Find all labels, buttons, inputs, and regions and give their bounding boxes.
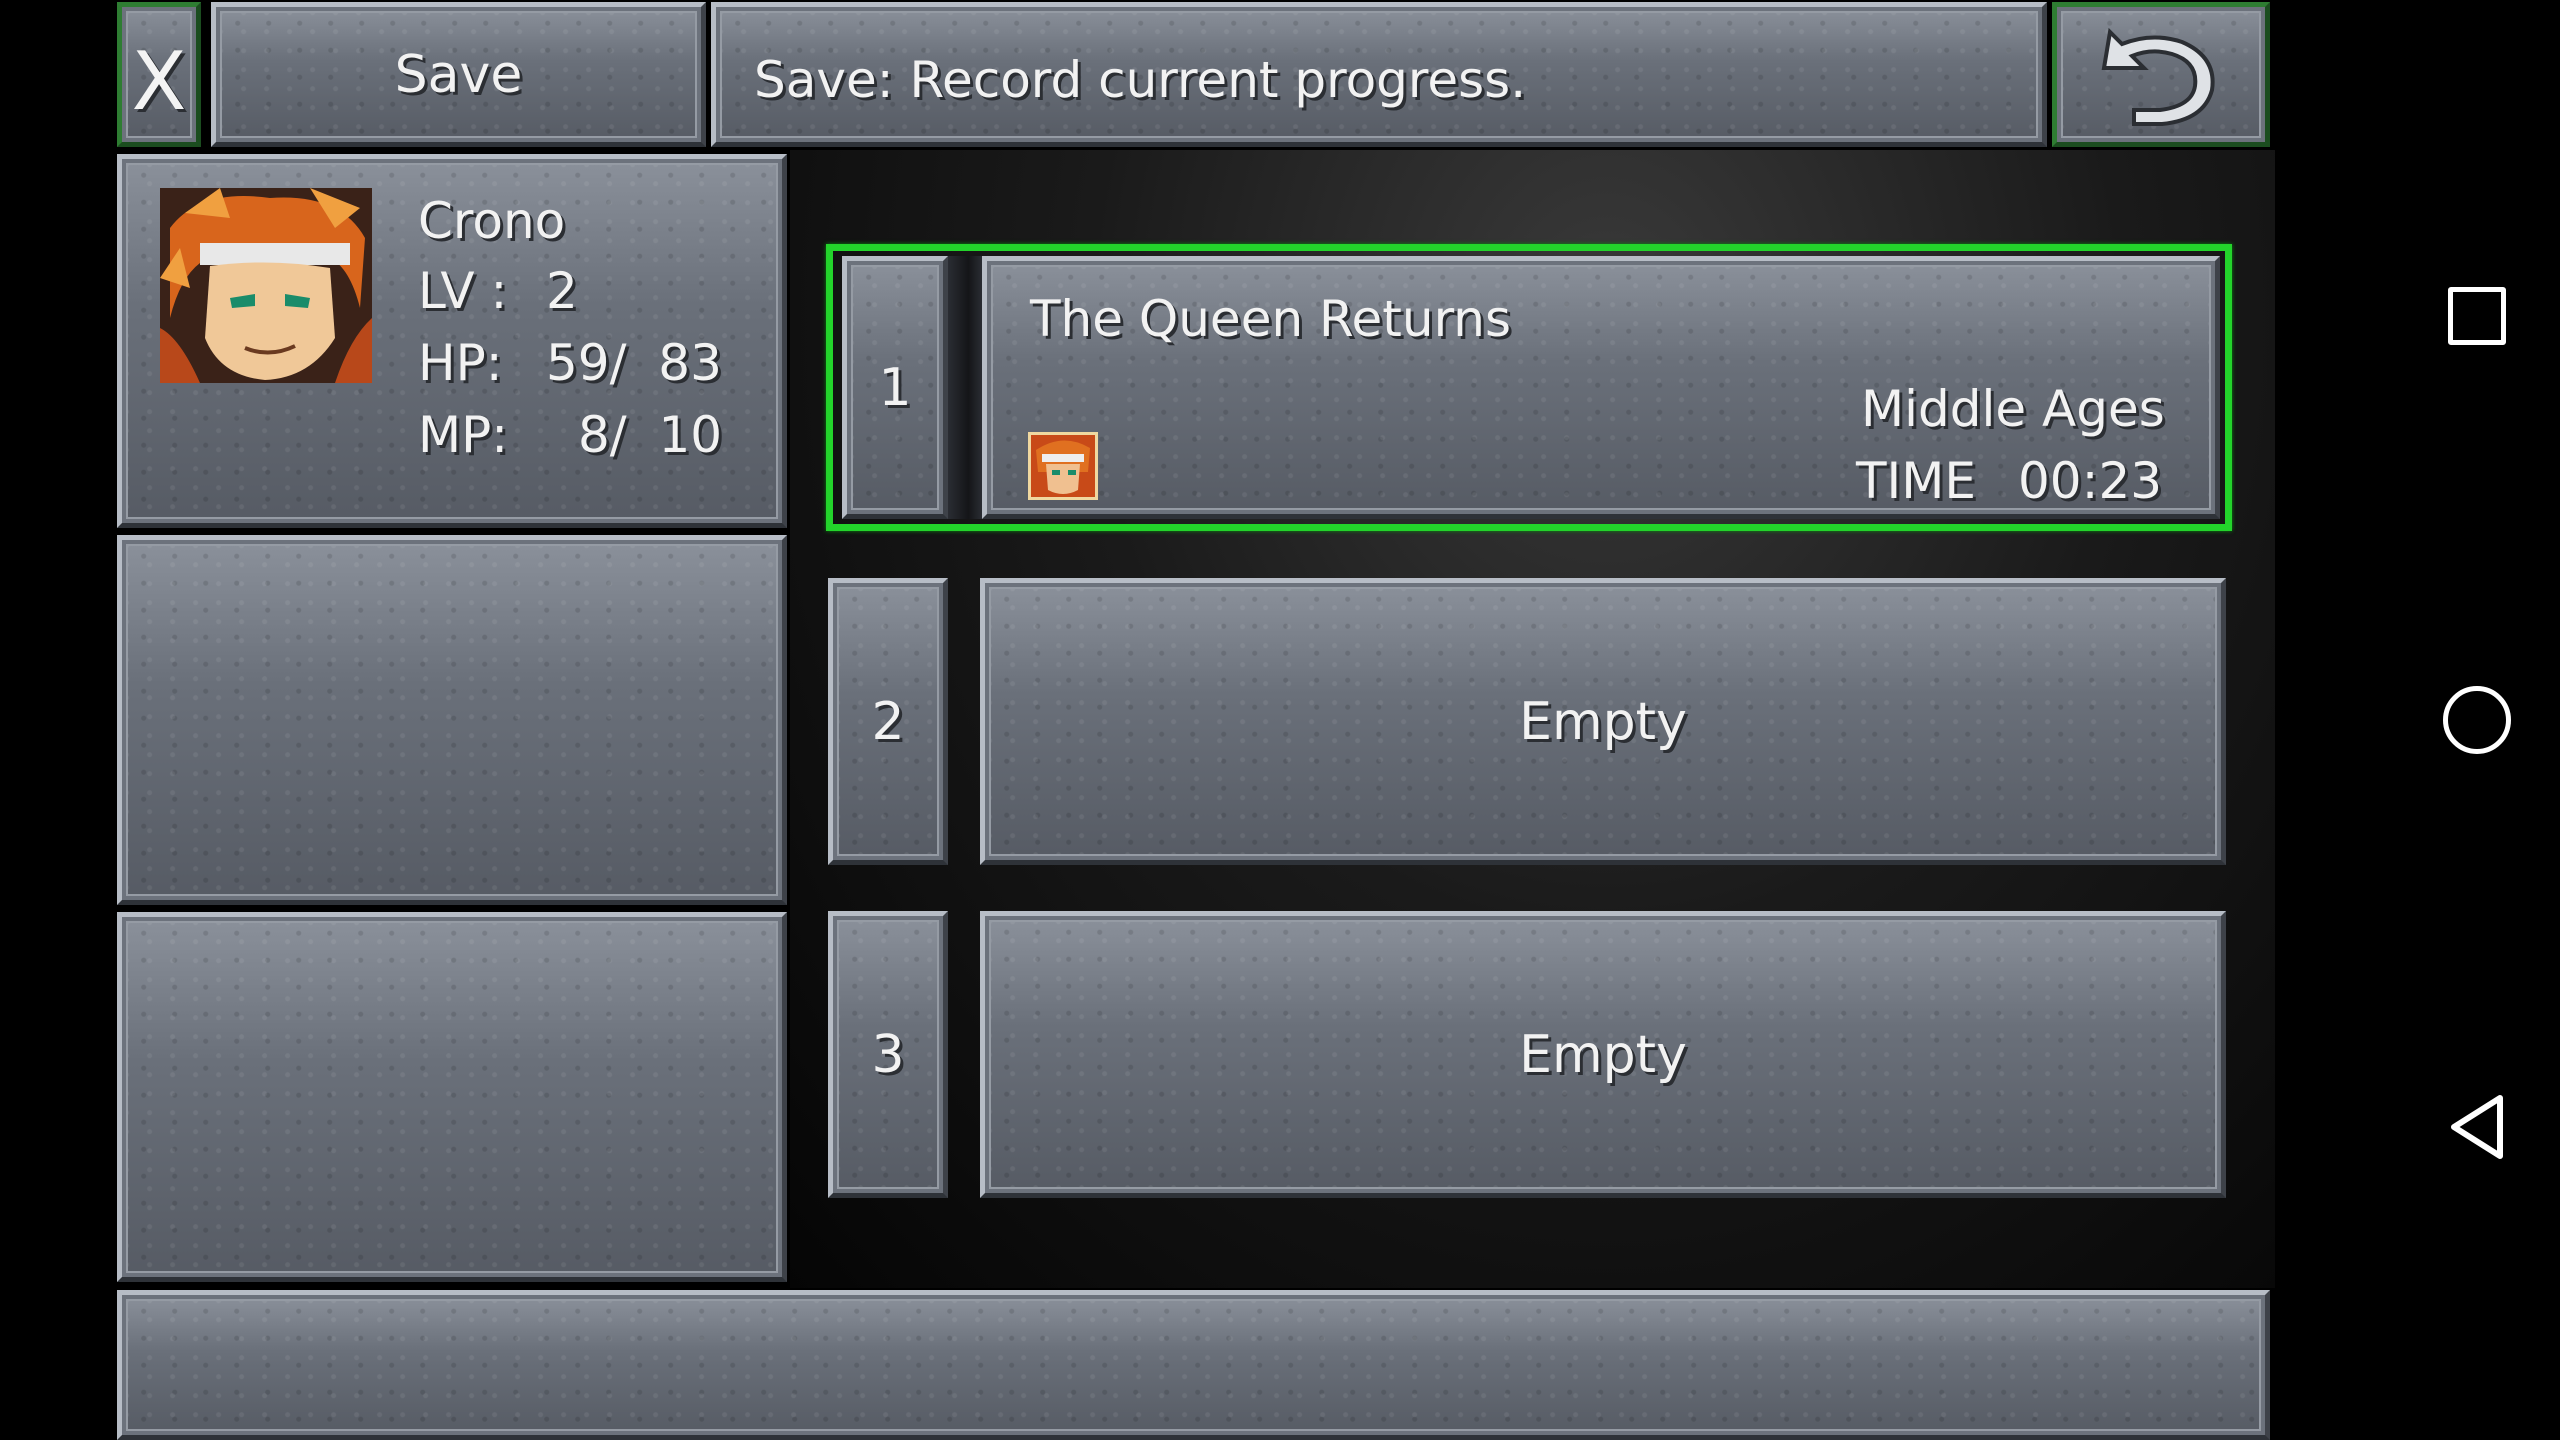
party-member-name: Crono [418,192,566,250]
slot-number-button[interactable]: 3 [828,911,948,1198]
selection-cursor [826,244,2232,531]
slot-empty-label: Empty [1519,1024,1687,1085]
mp-value: 8/ 10 [578,406,723,464]
close-button[interactable]: X [117,2,201,147]
level-label: LV : [418,262,508,320]
mp-label: MP: [418,406,509,464]
slot-number: 2 [871,691,905,752]
crono-portrait [160,188,372,383]
save-slot-button[interactable]: Empty [980,911,2226,1198]
square-icon[interactable] [2448,287,2506,345]
triangle-back-icon[interactable] [2446,1092,2508,1162]
slot-empty-label: Empty [1519,691,1687,752]
description-text: Save: Record current progress. [754,51,1527,109]
description-panel: Save: Record current progress. [711,2,2047,147]
circle-icon[interactable] [2443,686,2511,754]
hp-label: HP: [418,334,503,392]
party-member-panel-empty[interactable] [117,912,787,1282]
party-member-panel-empty[interactable] [117,535,787,905]
game-screen: X Save Save: Record current progress. Cr… [0,0,2275,1440]
menu-title: Save [394,44,523,105]
save-slot-button[interactable]: Empty [980,578,2226,865]
hp-value: 59/ 83 [546,334,722,392]
slot-number-button[interactable]: 2 [828,578,948,865]
system-navigation-bar [2275,0,2560,1440]
close-x-icon: X [131,35,187,128]
back-button[interactable] [2052,2,2270,147]
menu-title-panel: Save [211,2,706,147]
level-value: 2 [546,262,578,320]
slot-number: 3 [871,1024,905,1085]
bottom-help-bar [117,1290,2270,1440]
return-arrow-icon [2101,27,2215,126]
